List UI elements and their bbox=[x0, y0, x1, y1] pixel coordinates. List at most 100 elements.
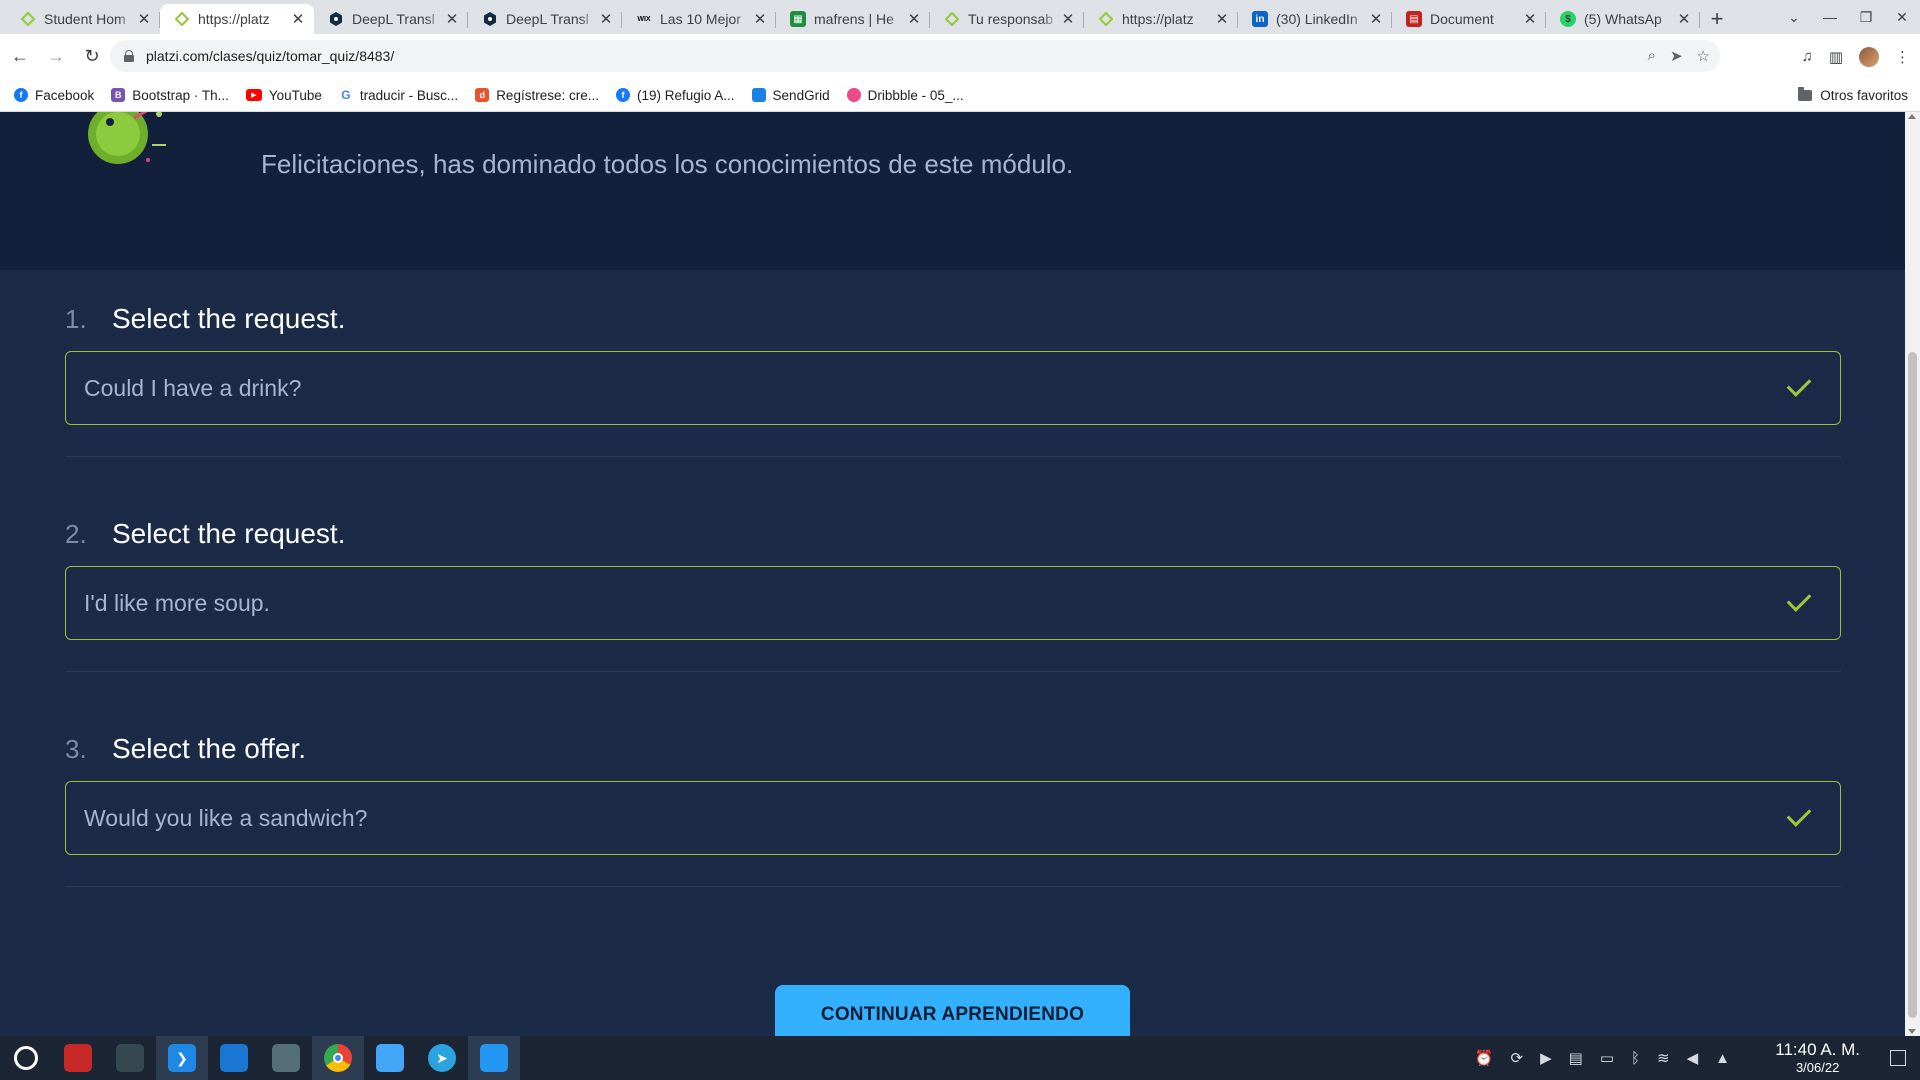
restore-icon[interactable]: ❐ bbox=[1848, 9, 1884, 26]
taskbar-app[interactable]: ➤ bbox=[416, 1036, 468, 1080]
taskbar-app[interactable] bbox=[52, 1036, 104, 1080]
deepl-icon bbox=[328, 11, 344, 27]
file-manager-icon bbox=[376, 1044, 404, 1072]
bookmarks-bar: f Facebook B Bootstrap · Th... ▶ YouTube Gtrad… bbox=[0, 79, 1920, 112]
browser-tab[interactable]: https://platz ✕ bbox=[160, 4, 314, 34]
alarm-icon[interactable]: ⏰ bbox=[1475, 1049, 1494, 1067]
deepl-icon bbox=[482, 11, 498, 27]
browser-tab[interactable]: in (30) LinkedIn ✕ bbox=[1238, 4, 1392, 34]
control-panel-icon bbox=[116, 1044, 144, 1072]
browser-tab[interactable]: WIX Las 10 Mejor ✕ bbox=[622, 4, 776, 34]
bookmark-item[interactable]: Dribbble - 05_... bbox=[846, 88, 964, 103]
close-tab-icon[interactable]: ✕ bbox=[906, 10, 922, 28]
close-tab-icon[interactable]: ✕ bbox=[136, 10, 152, 28]
close-tab-icon[interactable]: ✕ bbox=[1368, 10, 1384, 28]
tray-expand-icon[interactable]: ▲ bbox=[1715, 1050, 1730, 1067]
window-controls: ⌄ — ❐ ✕ bbox=[1776, 0, 1920, 34]
browser-tab[interactable]: DeepL Transl ✕ bbox=[468, 4, 622, 34]
zoom-icon[interactable]: ⌕ bbox=[1648, 47, 1656, 65]
tab-title: (30) LinkedIn bbox=[1276, 11, 1358, 27]
checkmark-icon bbox=[1786, 372, 1812, 397]
side-panel-icon[interactable]: ▥ bbox=[1829, 48, 1843, 66]
close-tab-icon[interactable]: ✕ bbox=[1214, 10, 1230, 28]
taskbar-app[interactable] bbox=[0, 1036, 52, 1080]
bookmark-item[interactable]: ▶ YouTube bbox=[245, 88, 322, 103]
platzi-icon bbox=[20, 11, 36, 27]
bookmark-item[interactable]: f Facebook bbox=[14, 88, 94, 103]
taskbar-app[interactable] bbox=[260, 1036, 312, 1080]
sendgrid-icon bbox=[751, 88, 766, 102]
tab-strip: Student Hom ✕ https://platz ✕ DeepL Transl ✕ D… bbox=[0, 0, 1920, 34]
tab-search-icon[interactable]: ⌄ bbox=[1776, 9, 1812, 26]
checkmark-icon bbox=[1786, 802, 1812, 827]
browser-tab[interactable]: $ (5) WhatsAp ✕ bbox=[1546, 4, 1700, 34]
bluetooth-icon[interactable]: ᛒ bbox=[1631, 1050, 1640, 1067]
page-scrollbar[interactable] bbox=[1905, 112, 1920, 1036]
clipboard-icon[interactable]: ▤ bbox=[1569, 1049, 1583, 1067]
continue-learning-button[interactable]: CONTINUAR APRENDIENDO bbox=[775, 985, 1130, 1036]
checkmark-icon bbox=[1786, 587, 1812, 612]
results-hero: Felicitaciones, has dominado todos los c… bbox=[0, 112, 1905, 270]
browser-tab[interactable]: Tu responsab ✕ bbox=[930, 4, 1084, 34]
scrollbar-thumb[interactable] bbox=[1908, 352, 1917, 1018]
battery-icon[interactable]: ▭ bbox=[1600, 1049, 1614, 1067]
bookmark-item[interactable]: Gtraducir - Busc... bbox=[339, 88, 458, 103]
address-bar[interactable]: platzi.com/clases/quiz/tomar_quiz/8483/ … bbox=[110, 40, 1720, 72]
close-window-icon[interactable]: ✕ bbox=[1884, 9, 1920, 26]
whatsapp-icon: $ bbox=[1560, 11, 1576, 27]
close-tab-icon[interactable]: ✕ bbox=[1060, 10, 1076, 28]
close-tab-icon[interactable]: ✕ bbox=[752, 10, 768, 28]
taskbar-app[interactable] bbox=[208, 1036, 260, 1080]
taskbar-app[interactable] bbox=[104, 1036, 156, 1080]
play-icon[interactable]: ▶ bbox=[1540, 1049, 1552, 1067]
media-icon[interactable]: ♫ bbox=[1802, 48, 1813, 65]
close-tab-icon[interactable]: ✕ bbox=[1522, 10, 1538, 28]
question-prompt: Select the request. bbox=[112, 518, 346, 549]
other-bookmarks[interactable]: Otros favoritos bbox=[1798, 79, 1908, 112]
close-tab-icon[interactable]: ✕ bbox=[598, 10, 614, 28]
selected-answer: Could I have a drink? bbox=[65, 351, 1841, 425]
bookmark-item[interactable]: SendGrid bbox=[751, 88, 830, 103]
minimize-icon[interactable]: — bbox=[1812, 9, 1848, 25]
reload-button[interactable]: ↻ bbox=[76, 41, 108, 73]
taskbar-app[interactable]: ❯ bbox=[156, 1036, 208, 1080]
close-tab-icon[interactable]: ✕ bbox=[444, 10, 460, 28]
quiz-results-page: Felicitaciones, has dominado todos los c… bbox=[0, 112, 1905, 1036]
volume-icon[interactable]: ◀ bbox=[1687, 1049, 1699, 1067]
send-icon[interactable]: ➤ bbox=[1670, 47, 1683, 65]
new-tab-button[interactable]: + bbox=[1700, 4, 1734, 34]
system-tray: ⏰ ⟳ ▶ ▤ ▭ ᛒ ≋ ◀ ▲ bbox=[1475, 1036, 1730, 1080]
browser-tab[interactable]: ▦ mafrens | He ✕ bbox=[776, 4, 930, 34]
question-divider bbox=[65, 671, 1841, 672]
browser-tab[interactable]: https://platz ✕ bbox=[1084, 4, 1238, 34]
taskbar-app[interactable] bbox=[364, 1036, 416, 1080]
bootstrap-icon: B bbox=[111, 88, 126, 102]
lock-icon bbox=[124, 50, 134, 62]
close-tab-icon[interactable]: ✕ bbox=[290, 10, 306, 28]
bookmark-item[interactable]: B Bootstrap · Th... bbox=[111, 88, 229, 103]
taskbar-app[interactable] bbox=[312, 1036, 364, 1080]
forward-button[interactable]: → bbox=[40, 41, 72, 73]
scroll-down-icon[interactable] bbox=[1908, 1029, 1916, 1034]
show-desktop-icon[interactable] bbox=[1890, 1050, 1906, 1066]
back-button[interactable]: ← bbox=[4, 41, 36, 73]
bookmark-item[interactable]: f (19) Refugio A... bbox=[615, 88, 735, 103]
bookmark-item[interactable]: d Regístrese: cre... bbox=[475, 88, 599, 103]
browser-tab[interactable]: ▤ Document ✕ bbox=[1392, 4, 1546, 34]
close-tab-icon[interactable]: ✕ bbox=[1676, 10, 1692, 28]
sync-icon[interactable]: ⟳ bbox=[1511, 1049, 1524, 1067]
scroll-up-icon[interactable] bbox=[1908, 114, 1916, 119]
terminal-icon bbox=[64, 1044, 92, 1072]
question-divider bbox=[65, 456, 1841, 457]
bookmark-star-icon[interactable]: ☆ bbox=[1697, 47, 1710, 65]
profile-avatar[interactable] bbox=[1859, 46, 1879, 67]
clock[interactable]: 11:40 A. M. 3/06/22 bbox=[1775, 1040, 1860, 1075]
menu-icon[interactable]: ⋮ bbox=[1895, 48, 1910, 66]
tab-title: https://platz bbox=[198, 11, 270, 27]
facebook-icon: f bbox=[14, 88, 28, 102]
browser-tab[interactable]: Student Hom ✕ bbox=[6, 4, 160, 34]
browser-tab[interactable]: DeepL Transl ✕ bbox=[314, 4, 468, 34]
wifi-icon[interactable]: ≋ bbox=[1657, 1049, 1670, 1067]
taskbar-app[interactable] bbox=[468, 1036, 520, 1080]
question-header: 2. Select the request. bbox=[65, 518, 345, 550]
